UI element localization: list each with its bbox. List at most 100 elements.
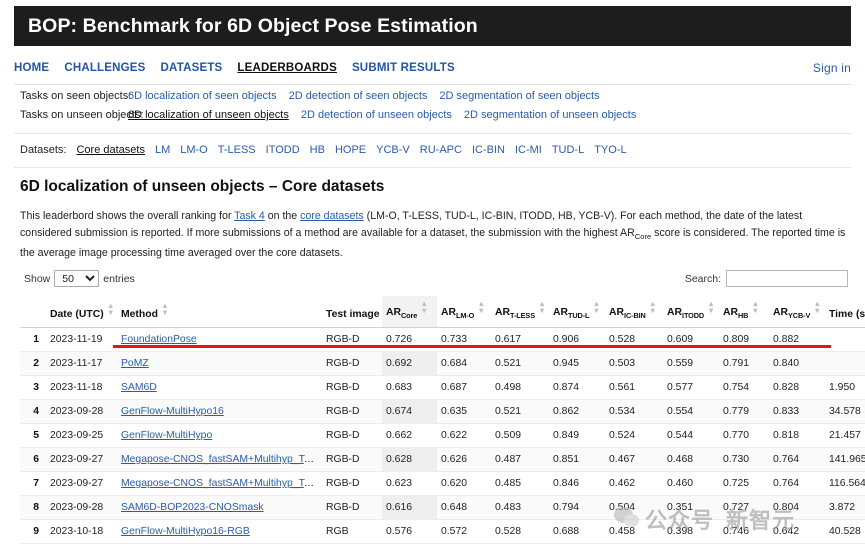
column-header-ar-icbin[interactable]: ARIC-BIN ▲ ▼ [605, 296, 663, 329]
nav-item-leaderboards[interactable]: LEADERBOARDS [237, 62, 337, 74]
cell-arhb: 0.754 [719, 375, 769, 401]
method-link[interactable]: GenFlow-MultiHypo16-RGB [121, 526, 250, 537]
cell-date: 2023-09-27 [46, 471, 117, 497]
cell-arlmo: 0.620 [437, 471, 491, 497]
table-row: 6 2023-09-27 Megapose-CNOS_fastSAM+Multihy… [20, 447, 865, 473]
table-row: 3 2023-11-18 SAM6D RGB-D 0.683 0.687 0.498 0.87… [20, 375, 865, 401]
method-link[interactable]: Megapose-CNOS_fastSAM+Multihyp_Te… [121, 454, 320, 465]
column-sub-lmo: LM-O [456, 311, 475, 321]
leaderboard-table-wrapper: Date (UTC)▲▼ Method▲▼ Test image▲▼ ARCor… [20, 296, 865, 545]
dataset-ru-apc[interactable]: RU-APC [420, 144, 462, 156]
method-link[interactable]: Megapose-CNOS_fastSAM+Multihyp_Te… [121, 478, 320, 489]
sort-arrow-icon: ▲▼ [592, 299, 601, 315]
cell-time [825, 327, 865, 353]
cell-time [825, 351, 865, 377]
method-link[interactable]: SAM6D [121, 382, 157, 393]
entries-per-page-select[interactable]: 10 25 50 100 [54, 270, 100, 287]
cell-arlmo: 0.626 [437, 447, 491, 473]
nav-item-challenges[interactable]: CHALLENGES [64, 62, 145, 74]
task-4-link[interactable]: Task 4 [234, 210, 265, 222]
cell-aricbin: 0.458 [605, 519, 663, 545]
cell-aritodd: 0.577 [663, 375, 719, 401]
method-link[interactable]: SAM6D-BOP2023-CNOSmask [121, 502, 264, 513]
method-link[interactable]: FoundationPose [121, 334, 197, 345]
column-label-method: Method [121, 309, 158, 321]
search-input[interactable] [726, 270, 848, 287]
cell-aritodd: 0.554 [663, 399, 719, 425]
cell-arcore: 0.616 [382, 495, 437, 521]
cell-aricbin: 0.561 [605, 375, 663, 401]
dataset-core-datasets[interactable]: Core datasets [76, 144, 144, 156]
dataset-tud-l[interactable]: TUD-L [552, 144, 584, 156]
method-link[interactable]: GenFlow-MultiHypo [121, 430, 212, 441]
dataset-hb[interactable]: HB [310, 144, 325, 156]
dataset-t-less[interactable]: T-LESS [218, 144, 256, 156]
column-header-ar-ycbv[interactable]: ARYCB-V ▲ ▼ [769, 296, 825, 329]
cell-artudl: 0.851 [549, 447, 605, 473]
column-header-ar-tless[interactable]: ART-LESS ▲ ▼ [491, 296, 549, 329]
sort-arrow-icon: ▲▼ [477, 299, 485, 315]
table-row: 4 2023-09-28 GenFlow-MultiHypo16 RGB-D 0.674… [20, 399, 865, 425]
cell-time: 141.965 [825, 447, 865, 473]
task-unseen-2d-segmentation[interactable]: 2D segmentation of unseen objects [464, 109, 636, 121]
cell-artudl: 0.846 [549, 471, 605, 497]
column-header-ar-tudl[interactable]: ARTUD-L ▲ ▼ [549, 296, 605, 329]
column-header-method[interactable]: Method ▲ ▼ [117, 296, 322, 329]
dataset-lm[interactable]: LM [155, 144, 170, 156]
dataset-lm-o[interactable]: LM-O [180, 144, 208, 156]
column-header-ar-lmo[interactable]: ARLM-O ▲ ▼ [437, 296, 491, 329]
cell-arlmo: 0.572 [437, 519, 491, 545]
cell-aritodd: 0.544 [663, 423, 719, 449]
task-seen-2d-segmentation[interactable]: 2D segmentation of seen objects [439, 90, 599, 102]
nav-item-home[interactable]: HOME [14, 62, 49, 74]
dataset-ic-mi[interactable]: IC-MI [515, 144, 542, 156]
cell-arlmo: 0.635 [437, 399, 491, 425]
column-sub-icbin: IC-BIN [624, 311, 646, 321]
task-seen-6d-localization[interactable]: 6D localization of seen objects [128, 90, 277, 102]
column-header-ar-itodd[interactable]: ARITODD ▲ ▼ [663, 296, 719, 329]
cell-date: 2023-11-19 [46, 327, 117, 353]
core-datasets-link[interactable]: core datasets [300, 210, 364, 222]
cell-rank: 4 [20, 399, 46, 425]
cell-artless: 0.509 [491, 423, 549, 449]
dataset-itodd[interactable]: ITODD [266, 144, 300, 156]
cell-aritodd: 0.398 [663, 519, 719, 545]
method-link[interactable]: PoMZ [121, 358, 149, 369]
sign-in-link[interactable]: Sign in [813, 61, 851, 75]
nav-item-submit-results[interactable]: SUBMIT RESULTS [352, 62, 455, 74]
nav-item-datasets[interactable]: DATASETS [161, 62, 223, 74]
column-header-time[interactable]: Time (s)▲▼ [825, 296, 865, 329]
cell-aricbin: 0.524 [605, 423, 663, 449]
dataset-tyo-l[interactable]: TYO-L [594, 144, 626, 156]
cell-arcore: 0.683 [382, 375, 437, 401]
dataset-hope[interactable]: HOPE [335, 144, 366, 156]
cell-aricbin: 0.504 [605, 495, 663, 521]
column-header-date[interactable]: Date (UTC) ▲ ▼ [46, 296, 117, 329]
column-label-ar-itodd: AR [667, 307, 683, 318]
method-link[interactable]: GenFlow-MultiHypo16 [121, 406, 224, 417]
table-row: 5 2023-09-25 GenFlow-MultiHypo RGB-D 0.662 0.… [20, 423, 865, 449]
column-header-ar-core[interactable]: ARCore ▲ ▼ [382, 296, 437, 329]
column-sub-core: Core [401, 311, 418, 321]
cell-date: 2023-09-28 [46, 495, 117, 521]
column-sub-tless: T-LESS [510, 311, 535, 321]
cell-artudl: 0.945 [549, 351, 605, 377]
cell-arlmo: 0.687 [437, 375, 491, 401]
description-subscript-core: Core [634, 231, 652, 241]
table-row: 8 2023-09-28 SAM6D-BOP2023-CNOSmask RGB-D 0.… [20, 495, 865, 521]
dataset-ycb-v[interactable]: YCB-V [376, 144, 410, 156]
cell-date: 2023-09-27 [46, 447, 117, 473]
cell-aritodd: 0.460 [663, 471, 719, 497]
column-label-time: Time (s) [829, 309, 865, 321]
column-label-ar-core: AR [386, 307, 402, 318]
task-seen-2d-detection[interactable]: 2D detection of seen objects [289, 90, 428, 102]
column-label-ar-icbin: AR [609, 307, 625, 318]
cell-artudl: 0.688 [549, 519, 605, 545]
cell-arcore: 0.623 [382, 471, 437, 497]
task-unseen-6d-localization[interactable]: 6D localization of unseen objects [128, 109, 289, 121]
dataset-ic-bin[interactable]: IC-BIN [472, 144, 505, 156]
column-label-ar-tudl: AR [553, 307, 569, 318]
column-header-ar-hb[interactable]: ARHB ▲ ▼ [719, 296, 769, 329]
column-header-test-image[interactable]: Test image▲▼ [322, 296, 390, 329]
task-unseen-2d-detection[interactable]: 2D detection of unseen objects [301, 109, 452, 121]
